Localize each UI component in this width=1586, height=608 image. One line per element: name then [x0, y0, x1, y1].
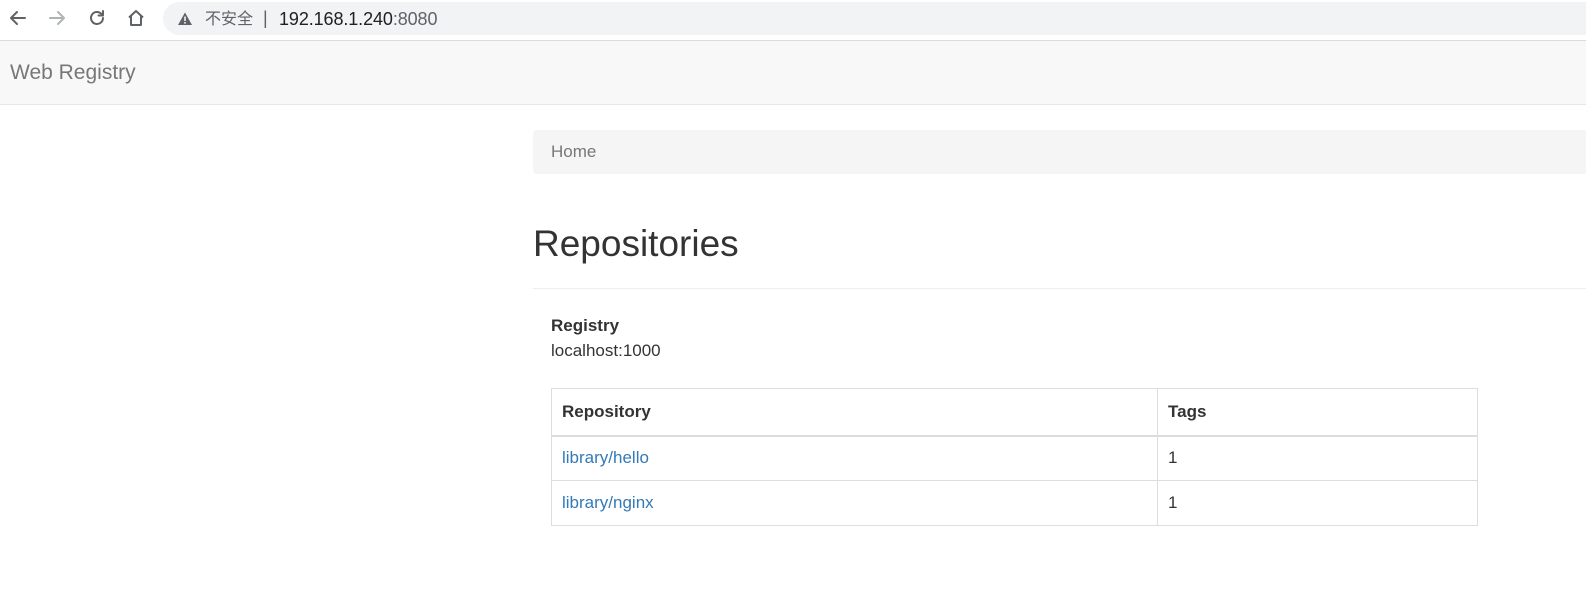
table-row: library/nginx 1 [551, 480, 1478, 526]
url-text[interactable]: 192.168.1.240:8080 [279, 9, 437, 29]
home-icon [128, 10, 144, 26]
breadcrumb-home: Home [551, 142, 597, 161]
url-host: 192.168.1.240 [279, 9, 393, 29]
app-navbar: Web Registry [0, 41, 1586, 105]
column-header-repository[interactable]: Repository [551, 388, 1158, 437]
tags-cell: 1 [1157, 435, 1478, 481]
browser-toolbar: 不安全 | 192.168.1.240:8080 [0, 0, 1586, 37]
back-icon [10, 11, 26, 25]
back-button[interactable] [6, 6, 30, 30]
breadcrumb: Home [533, 130, 1586, 174]
warning-icon[interactable] [177, 11, 193, 27]
page-title: Repositories [533, 223, 739, 264]
tags-cell: 1 [1157, 480, 1478, 526]
forward-button[interactable] [45, 6, 69, 30]
repository-cell: library/nginx [551, 480, 1158, 526]
column-header-tags[interactable]: Tags [1157, 388, 1478, 437]
registry-label: Registry [551, 316, 620, 335]
repository-link[interactable]: library/nginx [562, 493, 654, 512]
repositories-table: Repository Tags library/hello 1 library/… [551, 388, 1478, 526]
table-header-row: Repository Tags [551, 388, 1478, 437]
repository-cell: library/hello [551, 435, 1158, 481]
reload-icon [90, 10, 104, 25]
page-header-divider [533, 288, 1586, 289]
forward-icon [49, 11, 65, 25]
security-status-label: 不安全 [205, 9, 254, 28]
table-row: library/hello 1 [551, 435, 1478, 481]
brand-link[interactable]: Web Registry [10, 61, 136, 85]
registry-value: localhost:1000 [551, 341, 661, 360]
url-port: :8080 [392, 9, 438, 29]
reload-button[interactable] [85, 6, 109, 30]
home-button[interactable] [124, 6, 148, 30]
address-bar[interactable]: 不安全 | 192.168.1.240:8080 [163, 2, 1586, 35]
repository-link[interactable]: library/hello [562, 448, 649, 467]
address-separator: | [263, 8, 268, 28]
